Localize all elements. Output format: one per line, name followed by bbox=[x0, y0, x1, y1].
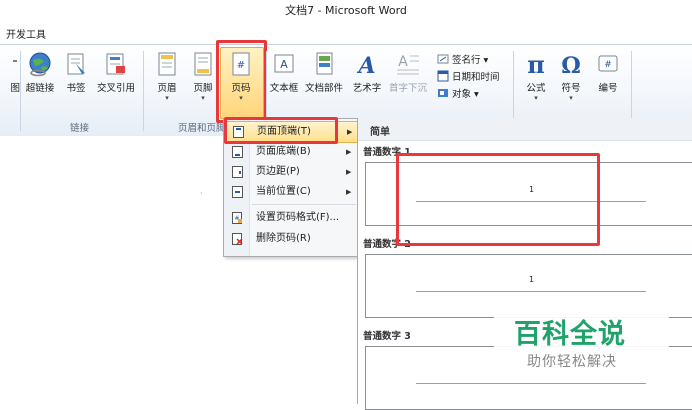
group-separator bbox=[143, 51, 144, 131]
page-bottom-icon bbox=[232, 146, 243, 158]
watermark-subtitle: 助你轻松解决 bbox=[527, 354, 617, 370]
signature-icon bbox=[437, 54, 449, 64]
object-button[interactable]: 对象 ▾ bbox=[437, 86, 479, 100]
symbol-button[interactable]: Ω 符号 ▾ bbox=[553, 51, 589, 102]
crossref-button[interactable]: 交叉引用 bbox=[96, 51, 136, 94]
gallery-header: 简单 bbox=[358, 118, 692, 141]
title-bar: 文档7 - Microsoft Word bbox=[0, 0, 692, 22]
wordart-button[interactable]: A 艺术字 bbox=[349, 51, 385, 94]
header-icon bbox=[158, 52, 176, 76]
menu-item-format-page-numbers[interactable]: # 设置页码格式(F)... bbox=[225, 208, 357, 228]
menu-item-bottom-of-page[interactable]: 页面底端(B) ▶ bbox=[225, 142, 357, 162]
dropdown-arrow-icon: ▾ bbox=[165, 94, 169, 102]
highlight-box-top-of-page bbox=[224, 117, 338, 144]
submenu-arrow-icon: ▶ bbox=[346, 148, 352, 156]
hyperlink-button[interactable]: 超链接 bbox=[22, 51, 58, 94]
bookmark-button[interactable]: 书签 bbox=[58, 51, 94, 94]
number-icon: # bbox=[598, 55, 618, 72]
window-title: 文档7 - Microsoft Word bbox=[285, 4, 407, 17]
crossref-icon bbox=[106, 53, 125, 75]
page-margin-icon bbox=[232, 166, 243, 178]
watermark-logo-text: 百科全说 bbox=[514, 319, 626, 350]
dropdown-arrow-icon: ▾ bbox=[534, 94, 538, 102]
group-separator bbox=[20, 51, 21, 131]
equation-button[interactable]: π 公式 ▾ bbox=[518, 51, 554, 102]
page-number-preview: 1 bbox=[529, 275, 535, 284]
pi-icon: π bbox=[527, 51, 545, 77]
dropcap-icon: A bbox=[397, 54, 419, 75]
omega-icon: Ω bbox=[561, 53, 581, 77]
wordart-icon: A bbox=[356, 53, 375, 77]
menu-separator bbox=[252, 204, 356, 205]
menu-item-current-position[interactable]: 当前位置(C) ▶ bbox=[225, 182, 357, 202]
tab-developer[interactable]: 开发工具 bbox=[6, 26, 46, 41]
picture-icon bbox=[13, 60, 17, 62]
submenu-arrow-icon: ▶ bbox=[347, 128, 353, 136]
header-line bbox=[416, 291, 646, 292]
group-label-links: 链接 bbox=[70, 123, 90, 134]
signature-line-button[interactable]: 签名行 ▾ bbox=[437, 52, 488, 66]
textbox-button[interactable]: A 文本框 bbox=[266, 51, 302, 94]
group-label-header-footer: 页眉和页脚 bbox=[178, 123, 226, 134]
picture-button-partial[interactable]: 图 bbox=[0, 51, 22, 94]
header-button[interactable]: 页眉 ▾ bbox=[149, 51, 185, 102]
ribbon-tab-strip: 开发工具 bbox=[0, 22, 692, 44]
svg-text:π: π bbox=[527, 51, 545, 77]
svg-text:A: A bbox=[356, 53, 375, 77]
submenu-arrow-icon: ▶ bbox=[346, 168, 352, 176]
svg-text:Ω: Ω bbox=[561, 53, 581, 77]
date-time-button[interactable]: 日期和时间 bbox=[437, 69, 500, 83]
globe-link-icon bbox=[29, 52, 51, 77]
dropcap-button[interactable]: A 首字下沉 bbox=[388, 51, 428, 94]
calendar-icon bbox=[437, 70, 449, 82]
quickparts-button[interactable]: 文档部件 bbox=[305, 51, 343, 94]
format-page-number-icon: # bbox=[232, 212, 242, 224]
bookmark-icon bbox=[67, 53, 85, 75]
menu-item-remove-page-numbers[interactable]: 删除页码(R) bbox=[225, 229, 357, 249]
gallery-item-label: 普通数字 3 bbox=[363, 331, 411, 342]
highlight-box-pagenum bbox=[216, 40, 267, 123]
footer-icon bbox=[194, 52, 212, 76]
svg-text:#: # bbox=[604, 60, 612, 70]
menu-item-page-margins[interactable]: 页边距(P) ▶ bbox=[225, 162, 357, 182]
submenu-arrow-icon: ▶ bbox=[346, 188, 352, 196]
remove-page-number-icon bbox=[232, 233, 243, 245]
highlight-box-plain-number-1 bbox=[396, 153, 600, 246]
number-button[interactable]: # 编号 bbox=[590, 51, 626, 94]
current-position-icon bbox=[232, 186, 243, 198]
svg-text:A: A bbox=[398, 54, 408, 70]
quickparts-icon bbox=[316, 52, 333, 75]
svg-text:A: A bbox=[280, 58, 288, 71]
text-cursor-mark: · bbox=[200, 189, 203, 198]
dropdown-arrow-icon: ▾ bbox=[569, 94, 573, 102]
object-icon bbox=[438, 89, 448, 97]
textbox-icon: A bbox=[274, 54, 294, 73]
header-line bbox=[416, 383, 646, 384]
